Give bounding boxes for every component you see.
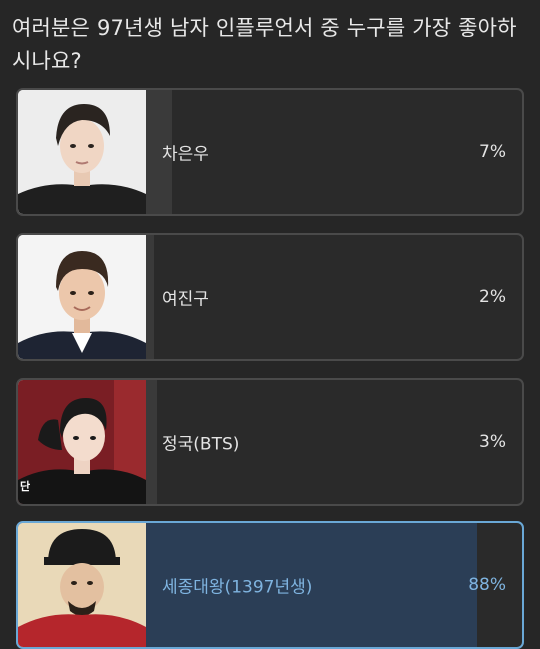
option-photo (18, 523, 146, 647)
option-photo (18, 235, 146, 359)
poll-option-percent: 2% (479, 287, 506, 307)
poll-option-label: 여진구 (162, 289, 209, 310)
poll-option-label: 세종대왕(1397년생) (162, 577, 313, 598)
poll-option-label: 정국(BTS) (162, 434, 240, 455)
poll-option-percent: 7% (479, 142, 506, 162)
option-photo (18, 90, 146, 214)
poll-option-2[interactable]: 여진구 2% (16, 233, 524, 361)
poll-option-1[interactable]: 차은우 7% (16, 88, 524, 216)
option-photo: 단 (18, 380, 146, 504)
poll-option-label: 차은우 (162, 144, 209, 165)
poll-option-percent: 88% (468, 575, 506, 595)
poll-question: 여러분은 97년생 남자 인플루언서 중 누구를 가장 좋아하시나요? (12, 16, 517, 73)
poll-option-4[interactable]: 세종대왕(1397년생) 88% (16, 521, 524, 649)
poll-option-percent: 3% (479, 432, 506, 452)
poll-option-3[interactable]: 단 정국(BTS) 3% (16, 378, 524, 506)
photo-corner-text: 단 (20, 480, 31, 493)
